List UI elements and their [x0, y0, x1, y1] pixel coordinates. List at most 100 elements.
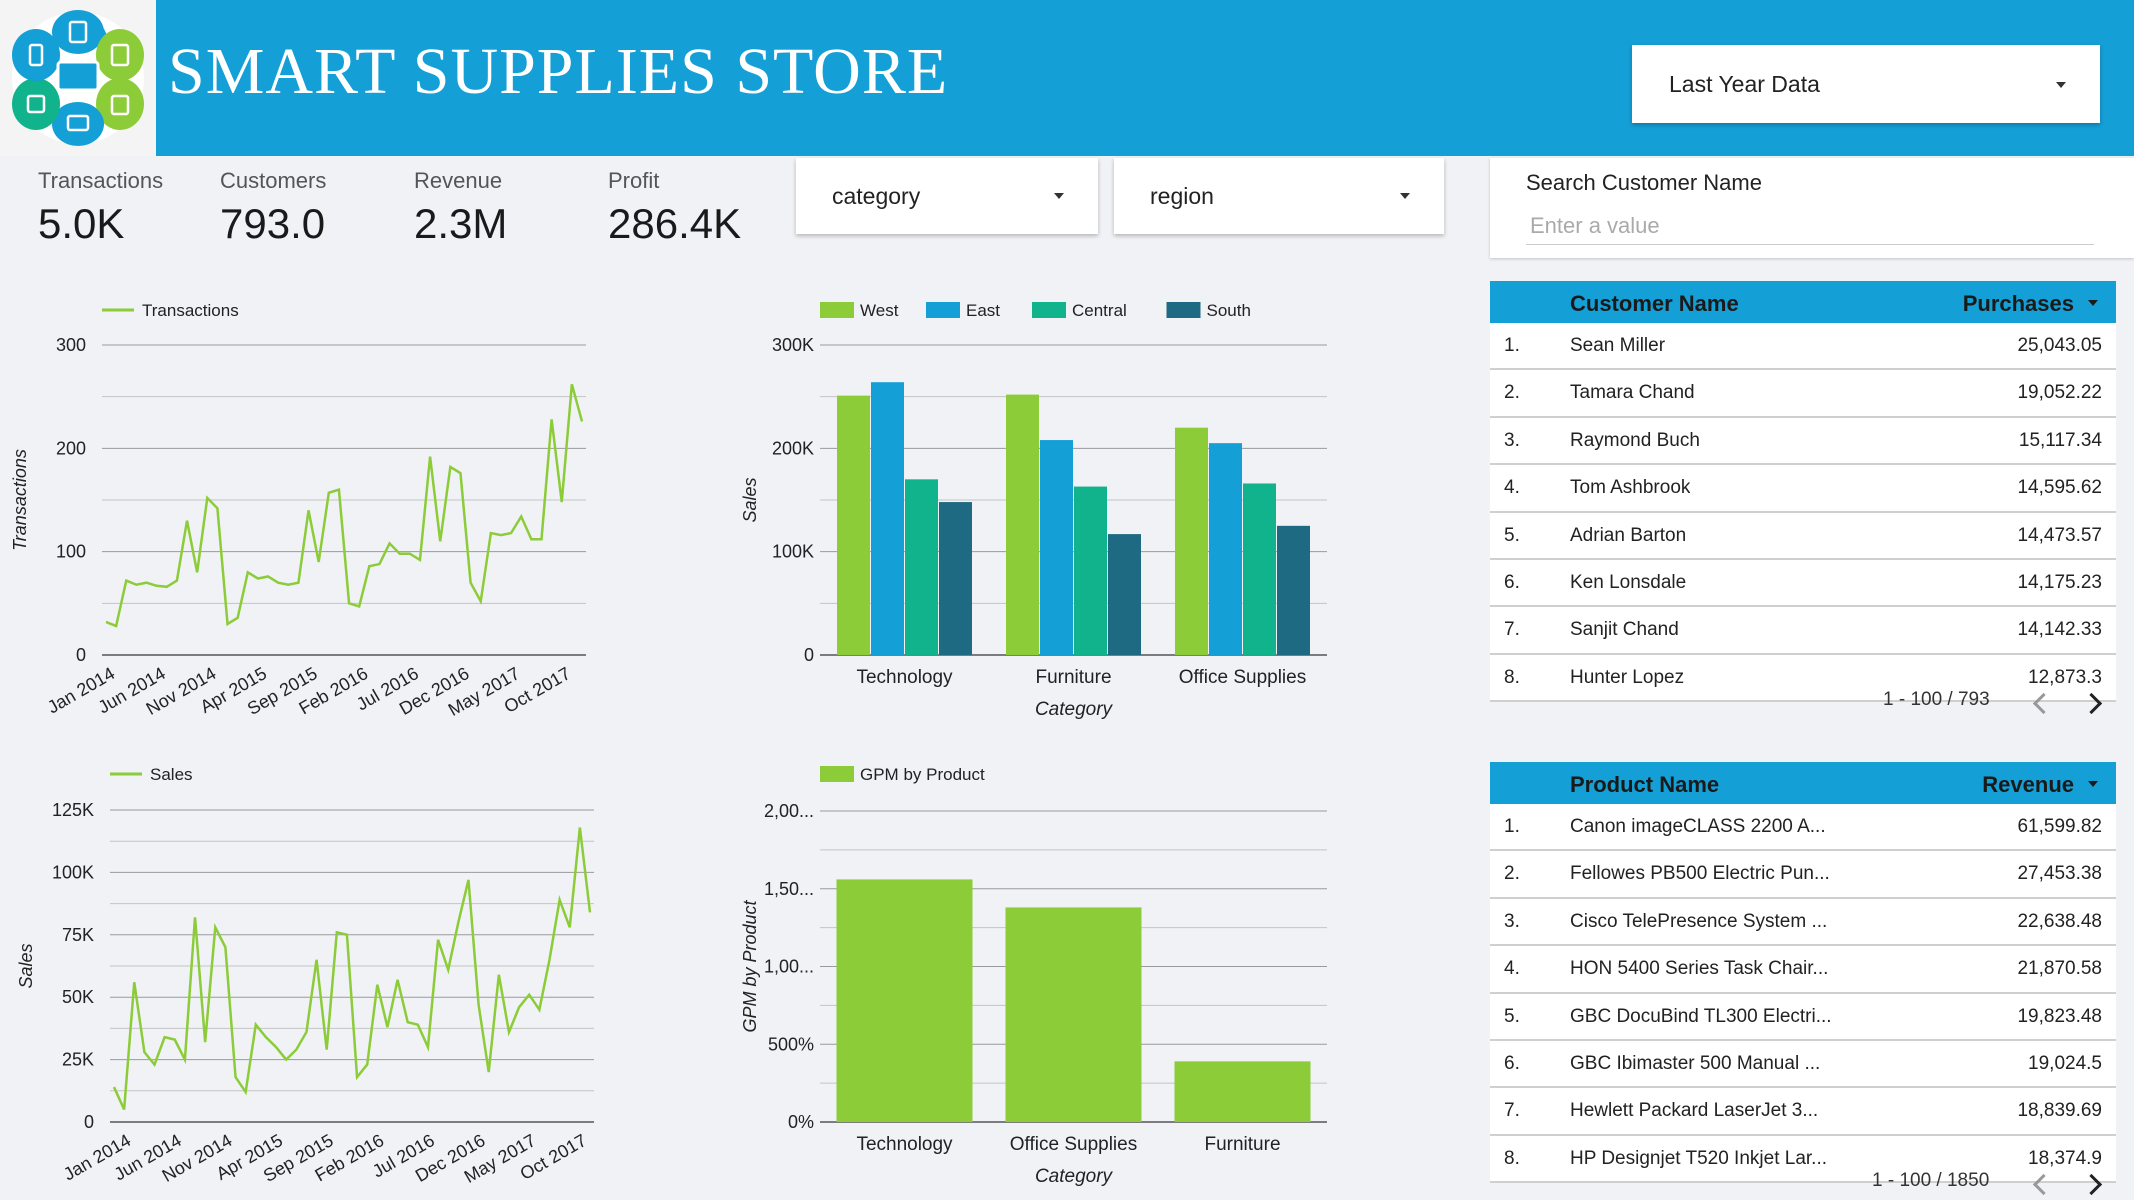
row-index: 2.: [1504, 863, 1520, 885]
column-header-product-name[interactable]: Product Name: [1570, 772, 1719, 798]
table-row[interactable]: 4. HON 5400 Series Task Chair... 21,870.58: [1490, 946, 2116, 994]
kpi-profit: Profit 286.4K: [608, 168, 741, 248]
column-header-revenue[interactable]: Revenue: [1982, 772, 2074, 798]
row-value: 15,117.34: [2018, 429, 2102, 451]
row-index: 7.: [1504, 619, 1520, 641]
legend-swatch: [1166, 302, 1201, 318]
bar-technology-west: [837, 395, 870, 655]
table-row[interactable]: 6. GBC Ibimaster 500 Manual ... 19,024.5: [1490, 1041, 2116, 1089]
row-value: 21,870.58: [2017, 958, 2102, 980]
row-name: Sean Miller: [1570, 335, 1666, 356]
row-index: 3.: [1504, 429, 1520, 451]
bar-office-supplies-gpm-by-product: [1005, 907, 1142, 1122]
row-value: 14,473.57: [2017, 524, 2102, 546]
y-tick-label: 300K: [772, 335, 814, 355]
table-row[interactable]: 8. HP Designjet T520 Inkjet Lar... 18,374.…: [1490, 1136, 2116, 1184]
store-logo: [0, 0, 156, 156]
table-row[interactable]: 2. Tamara Chand 19,052.22: [1490, 370, 2116, 418]
kpi-value: 5.0K: [38, 200, 125, 247]
table-row[interactable]: 1. Sean Miller 25,043.05: [1490, 323, 2116, 371]
y-tick-label: 1,00...: [764, 957, 814, 977]
table-row[interactable]: 6. Ken Lonsdale 14,175.23: [1490, 560, 2116, 608]
y-tick-label: 50K: [62, 987, 94, 1007]
y-tick-label: 100K: [52, 862, 94, 882]
legend-label: Sales: [150, 765, 193, 784]
x-tick-label: Technology: [856, 1134, 953, 1155]
bar-office-supplies-central: [1243, 483, 1276, 655]
y-tick-label: 500%: [768, 1034, 814, 1054]
legend-label: Central: [1072, 301, 1127, 320]
kpi-label: Revenue: [414, 168, 503, 193]
bar-office-supplies-south: [1277, 525, 1310, 655]
row-name: HP Designjet T520 Inkjet Lar...: [1570, 1147, 1828, 1169]
region-filter-dropdown[interactable]: region: [1114, 158, 1444, 234]
sort-desc-icon[interactable]: [2088, 781, 2098, 787]
row-value: 27,453.38: [2017, 863, 2102, 885]
table-row[interactable]: 2. Fellowes PB500 Electric Pun... 27,453.3…: [1490, 851, 2116, 899]
legend-label: GPM by Product: [860, 765, 985, 784]
y-tick-label: 75K: [62, 925, 94, 945]
customers-table: Customer Name Purchases 1. Sean Miller 25,…: [1490, 281, 2116, 703]
row-name: Ken Lonsdale: [1570, 571, 1687, 593]
bar-technology-central: [905, 479, 938, 655]
table-row[interactable]: 4. Tom Ashbrook 14,595.62: [1490, 465, 2116, 513]
table-row[interactable]: 8. Hunter Lopez 12,873.3: [1490, 655, 2116, 703]
y-tick-label: 0%: [788, 1112, 814, 1132]
customer-search-input[interactable]: [1526, 208, 2094, 245]
category-filter-dropdown[interactable]: category: [796, 158, 1098, 234]
kpi-transactions: Transactions 5.0K: [38, 168, 163, 248]
transactions-line-chart: 0100200300Jan 2014Jun 2014Nov 2014Apr 20…: [10, 301, 586, 720]
category-filter-label: category: [832, 183, 921, 209]
region-filter-label: region: [1150, 183, 1214, 209]
kpi-revenue: Revenue 2.3M: [414, 168, 507, 248]
column-header-purchases[interactable]: Purchases: [1963, 291, 2074, 317]
table-row[interactable]: 7. Sanjit Chand 14,142.33: [1490, 607, 2116, 655]
table-row[interactable]: 1. Canon imageCLASS 2200 A... 61,599.82: [1490, 804, 2116, 852]
row-index: 6.: [1504, 571, 1520, 593]
series-line-sales: [112, 827, 592, 1111]
table-row[interactable]: 5. Adrian Barton 14,473.57: [1490, 513, 2116, 560]
table-row[interactable]: 5. GBC DocuBind TL300 Electri... 19,823.48: [1490, 994, 2116, 1041]
products-table: Product Name Revenue 1. Canon imageCLASS …: [1490, 762, 2116, 1184]
row-index: 1.: [1504, 816, 1520, 837]
row-name: Sanjit Chand: [1570, 619, 1679, 641]
legend-swatch: [820, 766, 854, 782]
row-name: GBC DocuBind TL300 Electri...: [1570, 1005, 1830, 1027]
x-tick-label: Office Supplies: [1010, 1134, 1137, 1155]
table-header: Customer Name Purchases: [1490, 281, 2116, 323]
kpi-value: 286.4K: [608, 200, 742, 247]
row-index: 1.: [1504, 335, 1520, 356]
y-tick-label: 200K: [772, 438, 814, 458]
kpi-label: Customers: [220, 168, 327, 193]
row-value: 61,599.82: [2017, 816, 2102, 837]
table-row[interactable]: 3. Raymond Buch 15,117.34: [1490, 418, 2116, 466]
bar-technology-gpm-by-product: [836, 879, 973, 1122]
date-range-dropdown[interactable]: Last Year Data: [1632, 45, 2100, 123]
table-row[interactable]: 7. Hewlett Packard LaserJet 3... 18,839.69: [1490, 1088, 2116, 1136]
page-title: SMART SUPPLIES STORE: [168, 35, 949, 108]
kpi-label: Transactions: [38, 168, 164, 193]
row-name: Hunter Lopez: [1570, 666, 1685, 688]
y-tick-label: 1,50...: [764, 879, 814, 899]
row-name: Fellowes PB500 Electric Pun...: [1570, 863, 1830, 885]
kpi-value: 2.3M: [414, 200, 508, 247]
table-row[interactable]: 3. Cisco TelePresence System ... 22,638.48: [1490, 899, 2116, 947]
row-index: 5.: [1504, 524, 1520, 546]
y-tick-label: 0: [76, 645, 86, 665]
sales-line-chart: 025K50K75K100K125KJan 2014Jun 2014Nov 20…: [16, 765, 594, 1187]
bar-furniture-west: [1006, 394, 1039, 655]
row-value: 18,839.69: [2017, 1100, 2102, 1122]
row-value: 22,638.48: [2017, 910, 2102, 932]
customers-pager-text: 1 - 100 / 793: [1883, 689, 1990, 710]
y-tick-label: 25K: [62, 1050, 94, 1070]
sort-desc-icon[interactable]: [2088, 300, 2098, 306]
y-axis-title: GPM by Product: [740, 899, 760, 1032]
kpi-value: 793.0: [220, 200, 326, 247]
y-tick-label: 0: [804, 645, 814, 665]
row-name: Canon imageCLASS 2200 A...: [1570, 816, 1826, 837]
bar-technology-east: [871, 382, 904, 655]
column-header-customer-name[interactable]: Customer Name: [1570, 291, 1739, 317]
products-table-rows: 1. Canon imageCLASS 2200 A... 61,599.82 2. F…: [1490, 804, 2116, 1184]
bar-furniture-central: [1074, 486, 1107, 655]
legend-label: Transactions: [142, 301, 239, 320]
